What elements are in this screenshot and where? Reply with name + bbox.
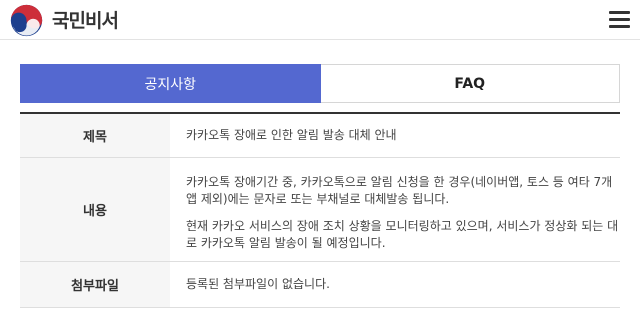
brand-name[interactable]: 국민비서 [52,6,119,33]
notice-detail-table: 제목 카카오톡 장애로 인한 알림 발송 대체 안내 내용 카카오톡 장애기간 … [20,112,620,308]
taegeuk-emblem-icon[interactable] [10,4,43,37]
attachment-value: 등록된 첨부파일이 없습니다. [186,277,330,291]
content-row: 내용 카카오톡 장애기간 중, 카카오톡으로 알림 신청을 한 경우(네이버앱,… [20,158,620,262]
content-label: 내용 [20,158,170,261]
content-paragraph-1: 카카오톡 장애기간 중, 카카오톡으로 알림 신청을 한 경우(네이버앱, 토스… [186,175,613,206]
board-tabs: 공지사항 FAQ [20,64,620,103]
title-row: 제목 카카오톡 장애로 인한 알림 발송 대체 안내 [20,114,620,158]
attachment-label: 첨부파일 [20,262,170,307]
attachment-row: 첨부파일 등록된 첨부파일이 없습니다. [20,262,620,308]
tab-notice[interactable]: 공지사항 [20,64,321,103]
tab-faq[interactable]: FAQ [320,64,620,103]
hamburger-menu-icon[interactable] [609,11,630,28]
title-value: 카카오톡 장애로 인한 알림 발송 대체 안내 [186,128,397,142]
content-value: 카카오톡 장애기간 중, 카카오톡으로 알림 신청을 한 경우(네이버앱, 토스… [170,158,620,261]
title-label: 제목 [20,114,170,157]
content-paragraph-2: 현재 카카오 서비스의 장애 조치 상황을 모니터링하고 있으며, 서비스가 정… [186,219,619,250]
top-header: 국민비서 [0,0,640,40]
